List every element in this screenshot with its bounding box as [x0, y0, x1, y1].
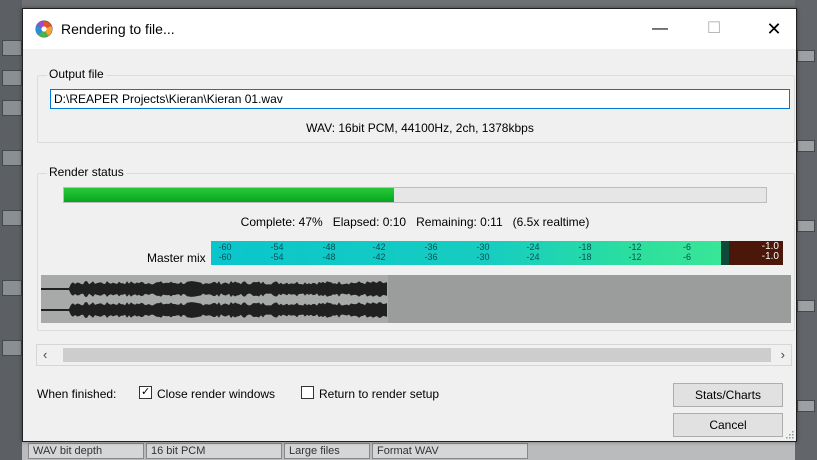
background-cell: Format WAV	[372, 443, 528, 459]
scroll-left-icon[interactable]: ‹	[43, 347, 47, 362]
remaining-text: Remaining: 0:11	[416, 215, 503, 229]
master-mix-meter: -60 -60 -54 -54 -48 -48 -42 -42 -36 -36 -30 -30 -24-…	[211, 241, 783, 265]
background-track-lane	[2, 280, 22, 296]
background-track-lane	[797, 220, 815, 232]
background-track-lane	[797, 50, 815, 62]
background-cell: Large files	[284, 443, 370, 459]
close-render-windows-label[interactable]: Close render windows	[157, 387, 275, 401]
background-cell: 16 bit PCM	[146, 443, 282, 459]
render-progress-fill	[64, 188, 394, 202]
return-to-render-setup-label[interactable]: Return to render setup	[319, 387, 439, 401]
cancel-button[interactable]: Cancel	[673, 413, 783, 437]
background-track-lane	[2, 70, 22, 86]
complete-text: Complete: 47%	[240, 215, 323, 229]
peak-right: -1.0	[761, 251, 779, 262]
meter-peak-hold	[721, 241, 729, 265]
meter-tick-label: -12 -12	[628, 242, 642, 262]
background-track-lane	[2, 340, 22, 356]
meter-tick-label: -24 -24	[526, 242, 540, 262]
checkmark-icon: ✓	[141, 386, 151, 398]
realtime-text: (6.5x realtime)	[512, 215, 590, 229]
close-button[interactable]: ✕	[754, 15, 794, 43]
meter-peak-readout: -1.0 -1.0	[762, 242, 779, 262]
background-track-lane	[797, 300, 815, 312]
render-dialog: Rendering to file... — ☐ ✕ Output file W…	[22, 8, 797, 442]
meter-tick-label: -30 -30	[476, 242, 490, 262]
background-track-lane	[797, 140, 815, 152]
horizontal-scrollbar[interactable]: ‹ ›	[36, 344, 792, 366]
background-track-lane	[2, 150, 22, 166]
meter-tick-label: -36 -36	[424, 242, 438, 262]
close-render-windows-checkbox[interactable]: ✓	[139, 386, 152, 399]
waveform-channel	[41, 281, 387, 297]
render-position-cursor	[387, 275, 388, 323]
when-finished-label: When finished:	[37, 387, 117, 401]
maximize-button[interactable]: ☐	[694, 15, 734, 43]
background-arrange-panel	[795, 0, 817, 460]
background-track-panel	[0, 0, 22, 460]
meter-tick-label: -48 -48	[322, 242, 336, 262]
stats-charts-button[interactable]: Stats/Charts	[673, 383, 783, 407]
meter-tick-label: -54 -54	[270, 242, 284, 262]
meter-label: Master mix	[147, 251, 206, 265]
title-bar[interactable]: Rendering to file... — ☐ ✕	[23, 9, 796, 49]
background-track-lane	[2, 40, 22, 56]
resize-grip-icon[interactable]	[784, 429, 794, 439]
scroll-right-icon[interactable]: ›	[781, 347, 785, 362]
elapsed-text: Elapsed: 0:10	[332, 215, 407, 229]
background-cell: WAV bit depth	[28, 443, 144, 459]
format-info: WAV: 16bit PCM, 44100Hz, 2ch, 1378kbps	[306, 121, 534, 135]
meter-tick-label: -18 -18	[578, 242, 592, 262]
window-title: Rendering to file...	[61, 21, 175, 37]
render-status-line: Complete: 47% Elapsed: 0:10 Remaining: 0…	[63, 215, 767, 229]
background-track-lane	[2, 100, 22, 116]
scrollbar-thumb[interactable]	[63, 348, 771, 362]
render-waveform	[41, 275, 791, 323]
output-path-input[interactable]	[50, 89, 790, 109]
render-status-label: Render status	[47, 165, 126, 179]
render-progress-bar	[63, 187, 767, 203]
background-render-settings: WAV bit depth 16 bit PCM Large files For…	[22, 440, 795, 460]
minimize-button[interactable]: —	[640, 15, 680, 43]
waveform-channel	[41, 302, 387, 318]
output-file-label: Output file	[47, 67, 106, 81]
reaper-app-icon	[35, 20, 53, 38]
meter-tick-label: -42 -42	[372, 242, 386, 262]
waveform-graphic	[41, 281, 387, 318]
background-track-lane	[2, 210, 22, 226]
background-track-lane	[797, 400, 815, 412]
meter-tick-label: -60 -60	[218, 242, 232, 262]
return-to-render-setup-checkbox[interactable]	[301, 386, 314, 399]
meter-tick-label: -6 -6	[682, 242, 691, 262]
